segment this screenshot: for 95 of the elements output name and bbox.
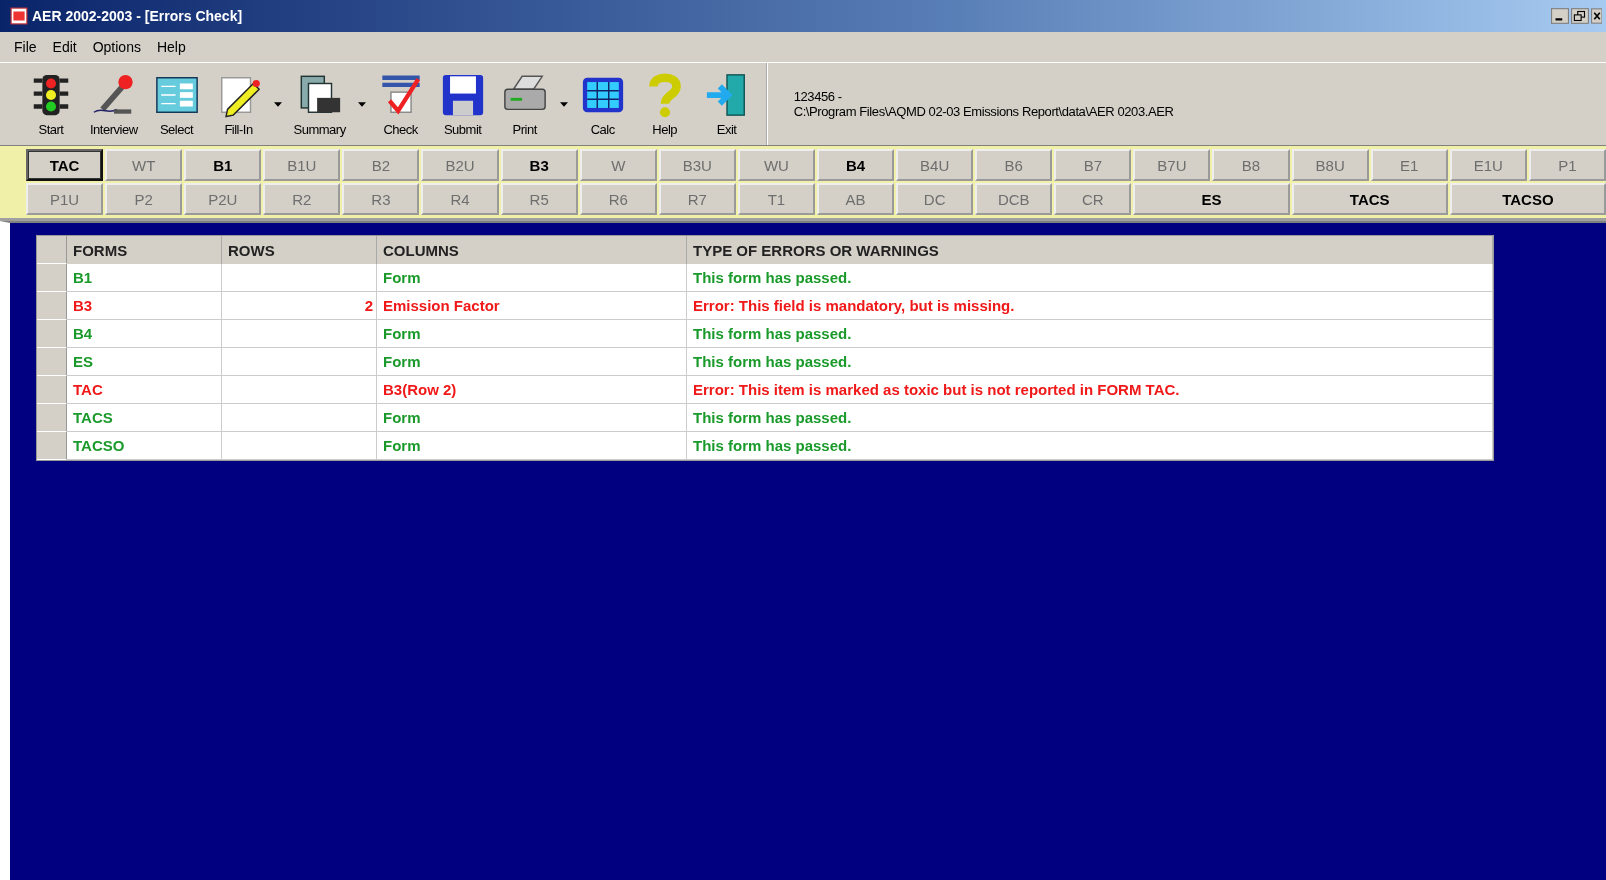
form-button[interactable]: E1 [1370, 149, 1448, 181]
form-button[interactable]: P1U [26, 183, 104, 215]
table-cell: This form has passed. [687, 404, 1493, 432]
menu-item[interactable]: Options [92, 39, 141, 55]
table-cell: TACS [67, 404, 222, 432]
table-cell: Emission Factor [377, 292, 687, 320]
form-button[interactable]: TAC [26, 149, 104, 181]
form-button[interactable]: B4U [896, 149, 974, 181]
toolbar-button[interactable]: Check [369, 69, 432, 139]
column-header: FORMS [67, 236, 222, 264]
column-header: COLUMNS [377, 236, 687, 264]
toolbar-button[interactable]: Exit [695, 69, 758, 139]
form-button[interactable]: TACSO [1449, 183, 1606, 215]
toolbar-button[interactable]: Select [145, 69, 208, 139]
form-button[interactable]: B4 [817, 149, 895, 181]
table-cell: This form has passed. [687, 432, 1493, 460]
toolbar-button[interactable]: Help [633, 69, 696, 139]
form-button[interactable]: B2U [421, 149, 499, 181]
form-button[interactable]: B8U [1291, 149, 1369, 181]
menu-item[interactable]: Edit [52, 39, 77, 55]
form-button[interactable]: B8 [1212, 149, 1290, 181]
dropdown-arrow-icon[interactable] [559, 101, 568, 107]
row-header[interactable] [37, 292, 67, 320]
file-path: C:\Program Files\AQMD 02-03 Emissions Report\data\AER 0203.AER [793, 104, 1174, 119]
form-button[interactable]: R2 [263, 183, 341, 215]
dropdown-arrow-icon[interactable] [357, 101, 366, 107]
table-cell: TAC [67, 376, 222, 404]
form-button[interactable]: W [579, 149, 657, 181]
form-button[interactable]: P2U [184, 183, 262, 215]
row-header[interactable] [37, 404, 67, 432]
form-button[interactable]: E1U [1449, 149, 1527, 181]
form-button[interactable]: T1 [737, 183, 815, 215]
app-icon [10, 7, 28, 25]
form-button[interactable]: ES [1133, 183, 1290, 215]
file-id: 123456 - [793, 89, 843, 104]
form-button[interactable]: B3 [500, 149, 578, 181]
form-button[interactable]: B2 [342, 149, 420, 181]
form-button[interactable]: B1 [184, 149, 262, 181]
form-button[interactable]: B6 [975, 149, 1053, 181]
table-cell: Form [377, 264, 687, 292]
table-cell: Form [377, 320, 687, 348]
table-cell: 2 [222, 292, 377, 320]
form-button[interactable]: DCB [975, 183, 1053, 215]
form-button[interactable]: R6 [579, 183, 657, 215]
minimize-icon[interactable] [1551, 8, 1569, 24]
table-cell: Form [377, 348, 687, 376]
form-button[interactable]: R4 [421, 183, 499, 215]
menu-item[interactable]: File [14, 39, 37, 55]
close-icon[interactable] [1591, 8, 1602, 24]
menu-item[interactable]: Help [156, 39, 186, 55]
row-header[interactable] [37, 432, 67, 460]
row-header[interactable] [37, 348, 67, 376]
table-cell: B4 [67, 320, 222, 348]
toolbar-button[interactable]: Calc [571, 69, 634, 139]
table-cell: Error: This item is marked as toxic but is not reported in FORM TAC. [687, 376, 1493, 404]
toolbar-button[interactable]: Fill-In [207, 69, 270, 139]
column-header: TYPE OF ERRORS OR WARNINGS [687, 236, 1493, 264]
form-button[interactable]: WU [737, 149, 815, 181]
form-button[interactable]: R3 [342, 183, 420, 215]
table-cell: This form has passed. [687, 348, 1493, 376]
form-button[interactable]: B7U [1133, 149, 1211, 181]
toolbar-button[interactable]: Summary [285, 69, 354, 139]
table-cell: Error: This field is mandatory, but is missing. [687, 292, 1493, 320]
table-cell: B1 [67, 264, 222, 292]
form-button[interactable]: P1 [1528, 149, 1606, 181]
form-button[interactable]: B3U [658, 149, 736, 181]
table-cell: Form [377, 404, 687, 432]
form-button[interactable]: TACS [1291, 183, 1448, 215]
toolbar-button[interactable]: Submit [431, 69, 494, 139]
form-button[interactable]: B1U [263, 149, 341, 181]
table-cell: B3 [67, 292, 222, 320]
table-cell: This form has passed. [687, 264, 1493, 292]
row-header[interactable] [37, 376, 67, 404]
table-cell: Form [377, 432, 687, 460]
row-header[interactable] [37, 320, 67, 348]
table-cell: B3(Row 2) [377, 376, 687, 404]
toolbar-button[interactable]: Interview [82, 69, 146, 139]
form-button[interactable]: WT [105, 149, 183, 181]
restore-icon[interactable] [1571, 8, 1589, 24]
column-header: ROWS [222, 236, 377, 264]
table-cell: This form has passed. [687, 320, 1493, 348]
form-button[interactable]: AB [817, 183, 895, 215]
window-title: AER 2002-2003 - [Errors Check] [32, 8, 243, 24]
form-button[interactable]: R5 [500, 183, 578, 215]
form-button[interactable]: DC [896, 183, 974, 215]
table-cell: TACSO [67, 432, 222, 460]
table-cell: ES [67, 348, 222, 376]
row-header[interactable] [37, 264, 67, 292]
form-button[interactable]: P2 [105, 183, 183, 215]
form-button[interactable]: B7 [1054, 149, 1132, 181]
toolbar-button[interactable]: Start [20, 69, 82, 139]
form-button[interactable]: R7 [658, 183, 736, 215]
dropdown-arrow-icon[interactable] [273, 101, 282, 107]
toolbar-button[interactable]: Print [493, 69, 556, 139]
form-button[interactable]: CR [1054, 183, 1132, 215]
